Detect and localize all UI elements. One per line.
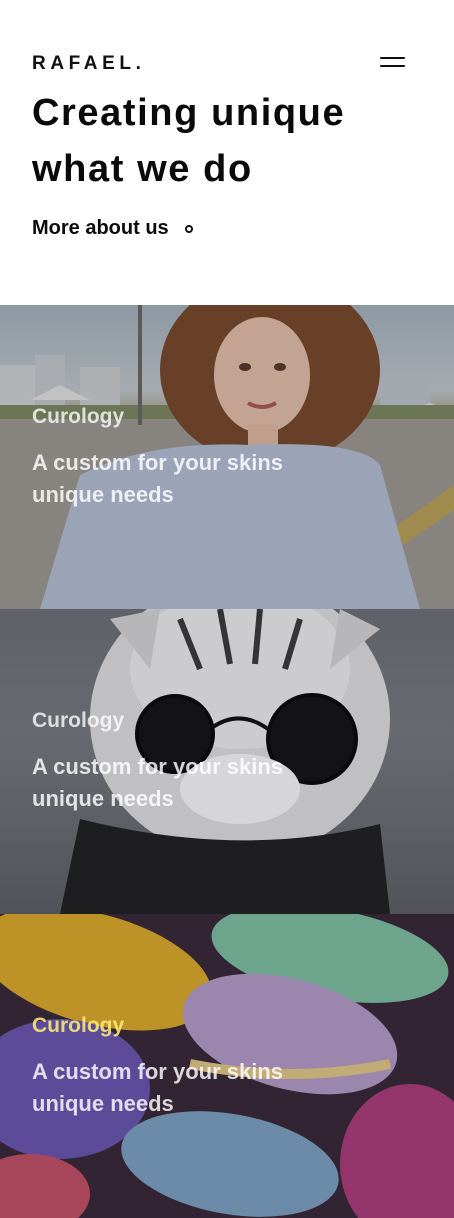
more-about-us-link[interactable]: More about us — [32, 217, 193, 240]
card-brand: Curology — [32, 709, 125, 732]
more-about-us-label: More about us — [32, 217, 169, 239]
card-description: A custom for your skins unique needs — [32, 450, 284, 507]
circle-dot-icon — [184, 224, 193, 233]
card-brand: Curology — [32, 405, 125, 428]
site-header: RAFAEL. Creating unique what we do More … — [0, 0, 454, 305]
project-card-portrait[interactable]: Curology A custom for your skins unique … — [0, 305, 454, 609]
project-card-macarons[interactable]: Curology A custom for your skins unique … — [0, 914, 454, 1218]
card-description: A custom for your skins unique needs — [32, 754, 284, 811]
hamburger-menu-icon[interactable] — [374, 50, 412, 74]
project-card-cat[interactable]: Curology A custom for your skins unique … — [0, 609, 454, 914]
menu-line — [380, 57, 405, 59]
hero-headline: Creating unique what we do — [32, 92, 346, 190]
site-logo[interactable]: RAFAEL. — [32, 53, 145, 75]
menu-line — [380, 65, 405, 67]
card-description: A custom for your skins unique needs — [32, 1059, 284, 1116]
card-brand: Curology — [32, 1014, 125, 1037]
